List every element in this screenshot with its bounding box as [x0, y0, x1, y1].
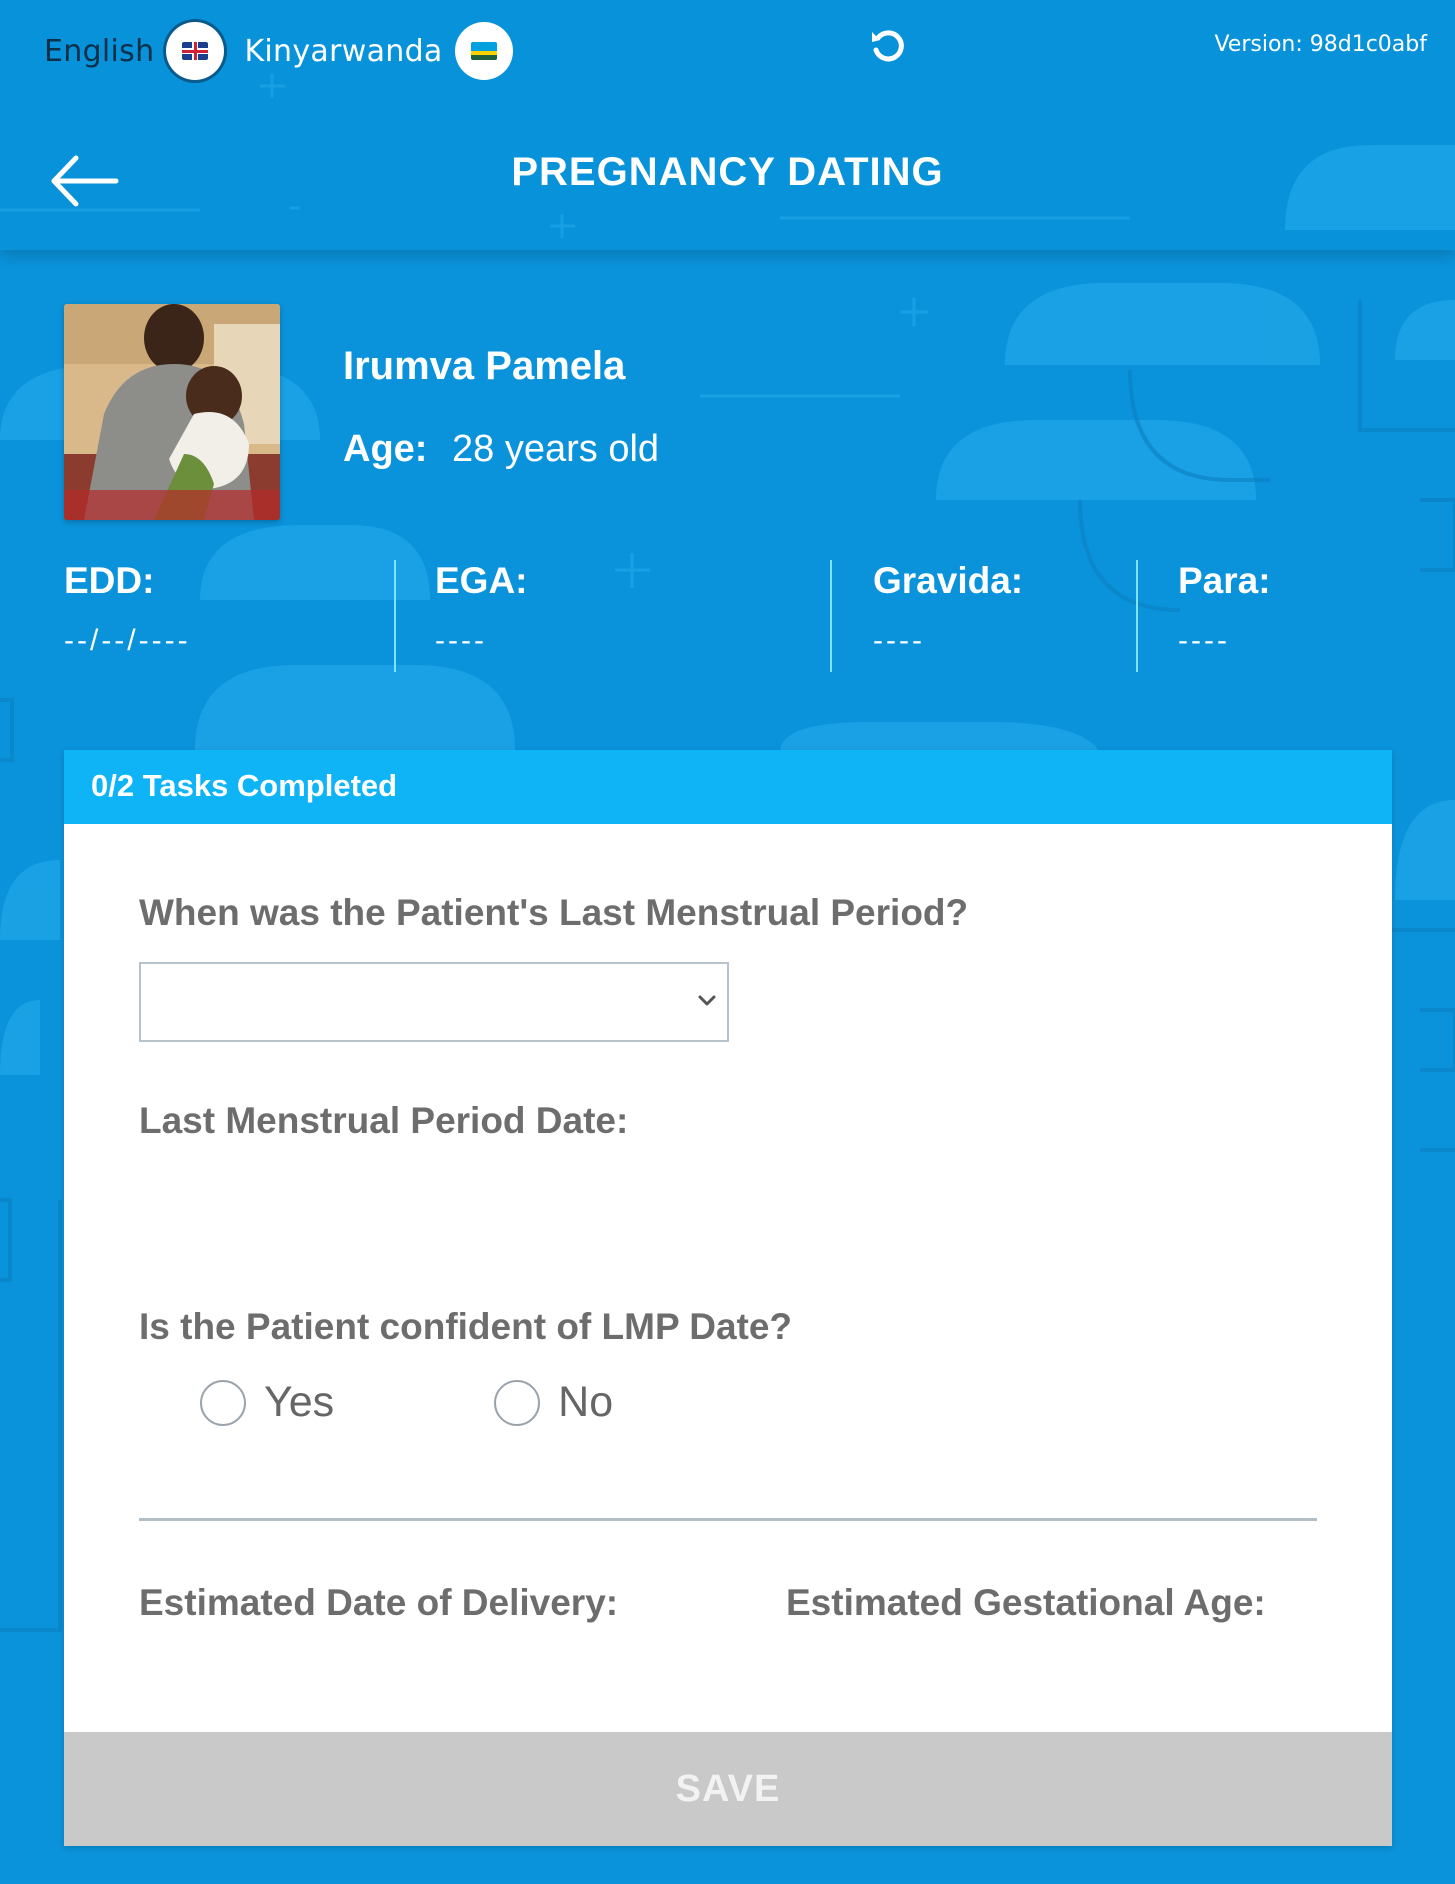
- stat-divider: [394, 560, 396, 672]
- ega-label: Estimated Gestational Age:: [786, 1582, 1266, 1623]
- stat-label: Para:: [1178, 560, 1271, 601]
- stat-value: ----: [873, 624, 925, 657]
- pregnancy-stats: EDD: --/--/---- EGA: ---- Gravida: ---- …: [0, 560, 1455, 672]
- radio-yes[interactable]: [200, 1379, 246, 1426]
- stat-value: ----: [435, 624, 487, 657]
- radio-no-label[interactable]: No: [558, 1378, 613, 1427]
- radio-yes-label[interactable]: Yes: [264, 1378, 334, 1427]
- uk-flag-icon[interactable]: [166, 22, 225, 80]
- rwanda-flag-icon[interactable]: [454, 22, 513, 80]
- stat-label: EDD:: [64, 560, 155, 601]
- patient-avatar: [64, 304, 280, 520]
- stat-label: EGA:: [435, 560, 528, 601]
- stat-divider: [830, 560, 832, 672]
- radio-no[interactable]: [494, 1379, 541, 1426]
- chevron-down-icon: [698, 995, 716, 1006]
- language-switcher: English Kinyarwanda: [44, 22, 513, 80]
- version-label: Version: 98d1c0abf: [1214, 32, 1427, 57]
- pregnancy-dating-form: 0/2 Tasks Completed When was the Patient…: [64, 750, 1392, 1846]
- patient-age: Age: 28 years old: [343, 428, 659, 471]
- lmp-date-label: Last Menstrual Period Date:: [139, 1100, 629, 1141]
- stat-label: Gravida:: [873, 560, 1024, 601]
- page-title: PREGNANCY DATING: [511, 150, 944, 194]
- age-value: 28 years old: [452, 428, 660, 470]
- age-label: Age:: [343, 428, 428, 470]
- stat-value: ----: [1178, 624, 1230, 657]
- stat-ega: EGA: ----: [435, 560, 528, 658]
- stat-edd: EDD: --/--/----: [64, 560, 191, 658]
- language-kinyarwanda[interactable]: Kinyarwanda: [244, 34, 442, 69]
- language-english[interactable]: English: [44, 34, 154, 69]
- stat-para: Para: ----: [1178, 560, 1271, 658]
- save-button[interactable]: SAVE: [64, 1732, 1392, 1846]
- refresh-icon[interactable]: [868, 26, 908, 66]
- form-divider: [139, 1518, 1317, 1521]
- app-header: English Kinyarwanda Version: 98d1c0abf P…: [0, 0, 1455, 250]
- stat-divider: [1136, 560, 1138, 672]
- confidence-question: Is the Patient confident of LMP Date?: [139, 1306, 793, 1347]
- patient-name: Irumva Pamela: [343, 344, 626, 388]
- stat-gravida: Gravida: ----: [873, 560, 1023, 658]
- stat-value: --/--/----: [64, 624, 191, 657]
- lmp-select[interactable]: [139, 962, 729, 1042]
- edd-label: Estimated Date of Delivery:: [139, 1582, 619, 1623]
- confidence-radio-group: Yes No: [200, 1378, 613, 1427]
- tasks-progress: 0/2 Tasks Completed: [64, 750, 1392, 824]
- lmp-question: When was the Patient's Last Menstrual Pe…: [139, 892, 969, 933]
